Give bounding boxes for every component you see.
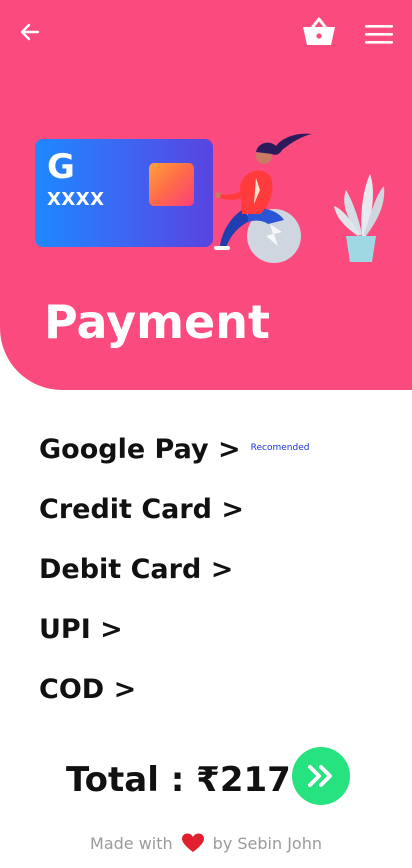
- footer-credit: Made with by Sebin John: [0, 831, 412, 857]
- double-chevron-right-icon: [308, 765, 332, 787]
- basket-icon: [303, 17, 335, 45]
- payment-option-label: COD >: [39, 674, 137, 705]
- payment-option-label: Google Pay >: [39, 434, 241, 465]
- card-chip: [149, 163, 194, 206]
- payment-option-debit-card[interactable]: Debit Card >: [39, 548, 233, 592]
- payment-card-illustration: G XXXX: [35, 139, 213, 247]
- payment-option-label: UPI >: [39, 614, 123, 645]
- payment-option-cod[interactable]: COD >: [39, 668, 136, 712]
- header: G XXXX Payment: [0, 0, 412, 390]
- footer-made-with: Made with: [90, 834, 173, 853]
- hamburger-menu-icon: [365, 25, 393, 44]
- card-number: XXXX: [47, 189, 105, 210]
- payment-option-credit-card[interactable]: Credit Card >: [39, 488, 244, 532]
- back-button[interactable]: [18, 20, 42, 44]
- payment-option-label: Credit Card >: [39, 494, 245, 525]
- arrow-left-icon: [20, 23, 40, 41]
- menu-button[interactable]: [364, 22, 394, 46]
- page-title: Payment: [44, 295, 270, 349]
- total-amount: Total : ₹217: [66, 760, 291, 800]
- proceed-button[interactable]: [292, 747, 350, 805]
- heart-icon: [181, 833, 204, 852]
- footer-author: by Sebin John: [212, 834, 322, 853]
- payment-option-upi[interactable]: UPI >: [39, 608, 123, 652]
- payment-option-label: Debit Card >: [39, 554, 234, 585]
- person-with-plant-illustration: [214, 133, 385, 263]
- payment-option-google-pay[interactable]: Google Pay > Recomended: [39, 428, 309, 472]
- basket-button[interactable]: [302, 16, 336, 48]
- recommended-badge: Recomended: [250, 442, 310, 453]
- card-brand-logo: G: [47, 147, 75, 187]
